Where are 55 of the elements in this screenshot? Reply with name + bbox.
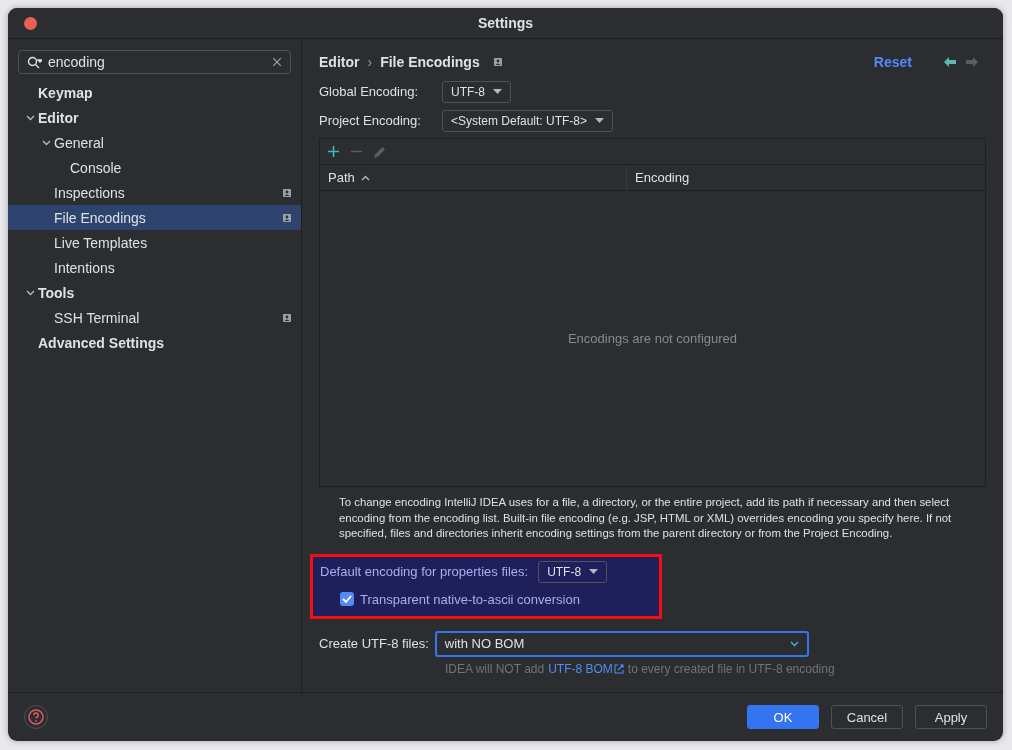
add-icon[interactable] [328,146,339,157]
search-field[interactable]: encoding [18,50,291,74]
tree-item[interactable]: Intentions [8,255,301,280]
chevron-down-icon[interactable] [25,114,35,121]
tree-item[interactable]: Inspections [8,180,301,205]
project-level-icon [283,188,291,197]
chevron-down-icon[interactable] [41,139,51,146]
help-text: To change encoding IntelliJ IDEA uses for a file, a directory, or the entire project, add its path if necessary and then select encoding from the encoding list. Built-in file encoding (e.g. JSP, HTML or XML) overrides encoding you specify here. If not specified, files and directories inherit encoding settings from the parent directory or from the Project Encoding. [338,495,953,541]
empty-message: Encodings are not configured [567,331,738,346]
back-arrow-icon[interactable] [944,57,956,67]
tree-item[interactable]: Editor [8,105,301,130]
breadcrumb-item: File Encodings [380,54,480,70]
column-header[interactable]: Path [320,165,626,190]
tree-item[interactable]: File Encodings [8,205,301,230]
chevron-down-icon [789,640,799,647]
tree-item[interactable]: SSH Terminal [8,305,301,330]
tree-item[interactable]: Tools [8,280,301,305]
dropdown-arrow-icon [595,118,605,123]
window-title: Settings [477,15,534,31]
column-header[interactable]: Encoding [626,165,985,190]
close-button[interactable] [24,16,37,30]
checkbox-label[interactable]: Transparent native-to-ascii conversion [360,591,580,607]
clear-icon[interactable] [273,58,281,66]
field-label: Default encoding for properties files: [320,564,529,579]
ok-button[interactable]: OK [747,705,819,729]
project-encoding-dropdown[interactable]: <System Default: UTF-8> [442,109,614,132]
reset-link[interactable]: Reset [873,54,912,70]
external-link-icon [613,663,624,674]
field-label: Create UTF-8 files: [319,636,429,651]
dropdown-arrow-icon [589,569,599,574]
search-icon [27,56,42,69]
project-level-icon [493,58,502,66]
tree-item[interactable]: General [8,130,301,155]
dialog-button[interactable]: Apply [915,705,987,729]
checkbox[interactable] [340,592,354,606]
field-label: Global Encoding: [319,84,419,99]
breadcrumb-separator: › [367,54,373,70]
dialog-button[interactable]: Cancel [831,705,903,729]
project-level-icon [283,213,291,222]
tree-item[interactable]: Live Templates [8,230,301,255]
global-encoding-dropdown[interactable]: UTF-8 [442,80,511,103]
tree-item[interactable]: Console [8,155,301,180]
hint-text: IDEA will NOT add [445,661,545,676]
chevron-down-icon[interactable] [25,289,35,296]
tree-item[interactable]: Keymap [8,80,301,105]
dropdown-arrow-icon [493,89,502,94]
sort-up-icon [360,174,370,181]
field-label: Project Encoding: [319,113,422,128]
bom-link[interactable]: UTF-8 BOM [548,661,624,676]
properties-encoding-dropdown[interactable]: UTF-8 [538,560,608,583]
tree-item[interactable]: Advanced Settings [8,330,301,355]
breadcrumb-item[interactable]: Editor [319,54,360,70]
bom-dropdown[interactable]: with NO BOM [434,630,809,657]
project-level-icon [283,313,291,322]
hint-text: to every created file in UTF-8 encoding [627,661,835,676]
